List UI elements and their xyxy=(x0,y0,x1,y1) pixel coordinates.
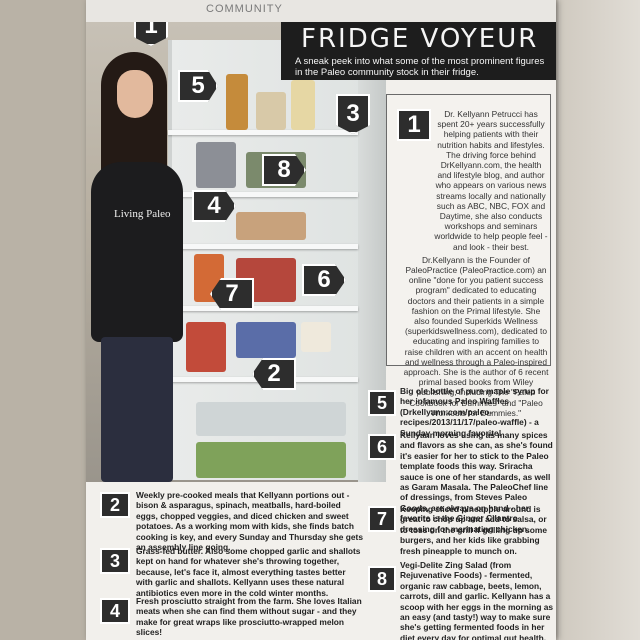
section-label: COMMUNITY xyxy=(206,3,283,15)
jar xyxy=(256,92,286,130)
item-7-text: Keeping sliced pineapple around is great… xyxy=(400,504,548,556)
page-subtitle: A sneak peek into what some of the most … xyxy=(295,56,545,78)
bio-box: Dr. Kellyann Petrucci has spent 20+ year… xyxy=(386,94,551,418)
fridge-photo: Living Paleo 1 5 3 8 4 6 7 2 xyxy=(86,22,386,482)
container xyxy=(291,80,315,130)
container xyxy=(196,142,236,188)
magazine-page: COMMUNITY Living Paleo 1 5 3 8 4 6 7 2 F… xyxy=(86,0,556,640)
eggs xyxy=(301,322,331,352)
shirt-logo-text: Living Paleo xyxy=(114,208,171,220)
adjacent-page xyxy=(550,0,640,640)
fridge-shelf xyxy=(168,130,358,135)
item-2-text: Weekly pre-cooked meals that Kellyann po… xyxy=(136,490,363,553)
maple-syrup-bottle xyxy=(226,74,248,130)
jeans xyxy=(101,337,173,482)
item-8-text: Vegi-Delite Zing Salad (from Rejuvenativ… xyxy=(400,560,554,640)
item-4-text: Fresh prosciutto straight from the farm.… xyxy=(136,596,362,638)
shirt xyxy=(91,162,183,342)
container xyxy=(236,322,296,358)
bio-number-badge: 1 xyxy=(397,109,431,141)
page-title: FRIDGE VOYEUR xyxy=(301,24,539,54)
item-8-badge: 8 xyxy=(368,566,396,592)
bio-text: Dr. Kellyann Petrucci has spent 20+ year… xyxy=(403,109,549,421)
apples xyxy=(186,322,226,372)
title-banner: FRIDGE VOYEUR A sneak peek into what som… xyxy=(281,22,556,80)
item-6-badge: 6 xyxy=(368,434,396,460)
container xyxy=(236,212,306,240)
item-4-badge: 4 xyxy=(100,598,130,624)
face xyxy=(117,70,153,118)
fridge-shelf xyxy=(168,306,358,311)
item-3-text: Grass-fed butter. Also some chopped garl… xyxy=(136,546,361,598)
item-3-badge: 3 xyxy=(100,548,130,574)
produce-drawer xyxy=(196,442,346,478)
item-7-badge: 7 xyxy=(368,506,396,532)
item-2-badge: 2 xyxy=(100,492,130,518)
fridge-shelf xyxy=(168,244,358,249)
woman-figure xyxy=(91,52,191,482)
crisper-drawer xyxy=(196,402,346,436)
item-5-badge: 5 xyxy=(368,390,396,416)
top-bar: COMMUNITY xyxy=(86,0,556,22)
callout-1: 1 xyxy=(134,22,168,46)
